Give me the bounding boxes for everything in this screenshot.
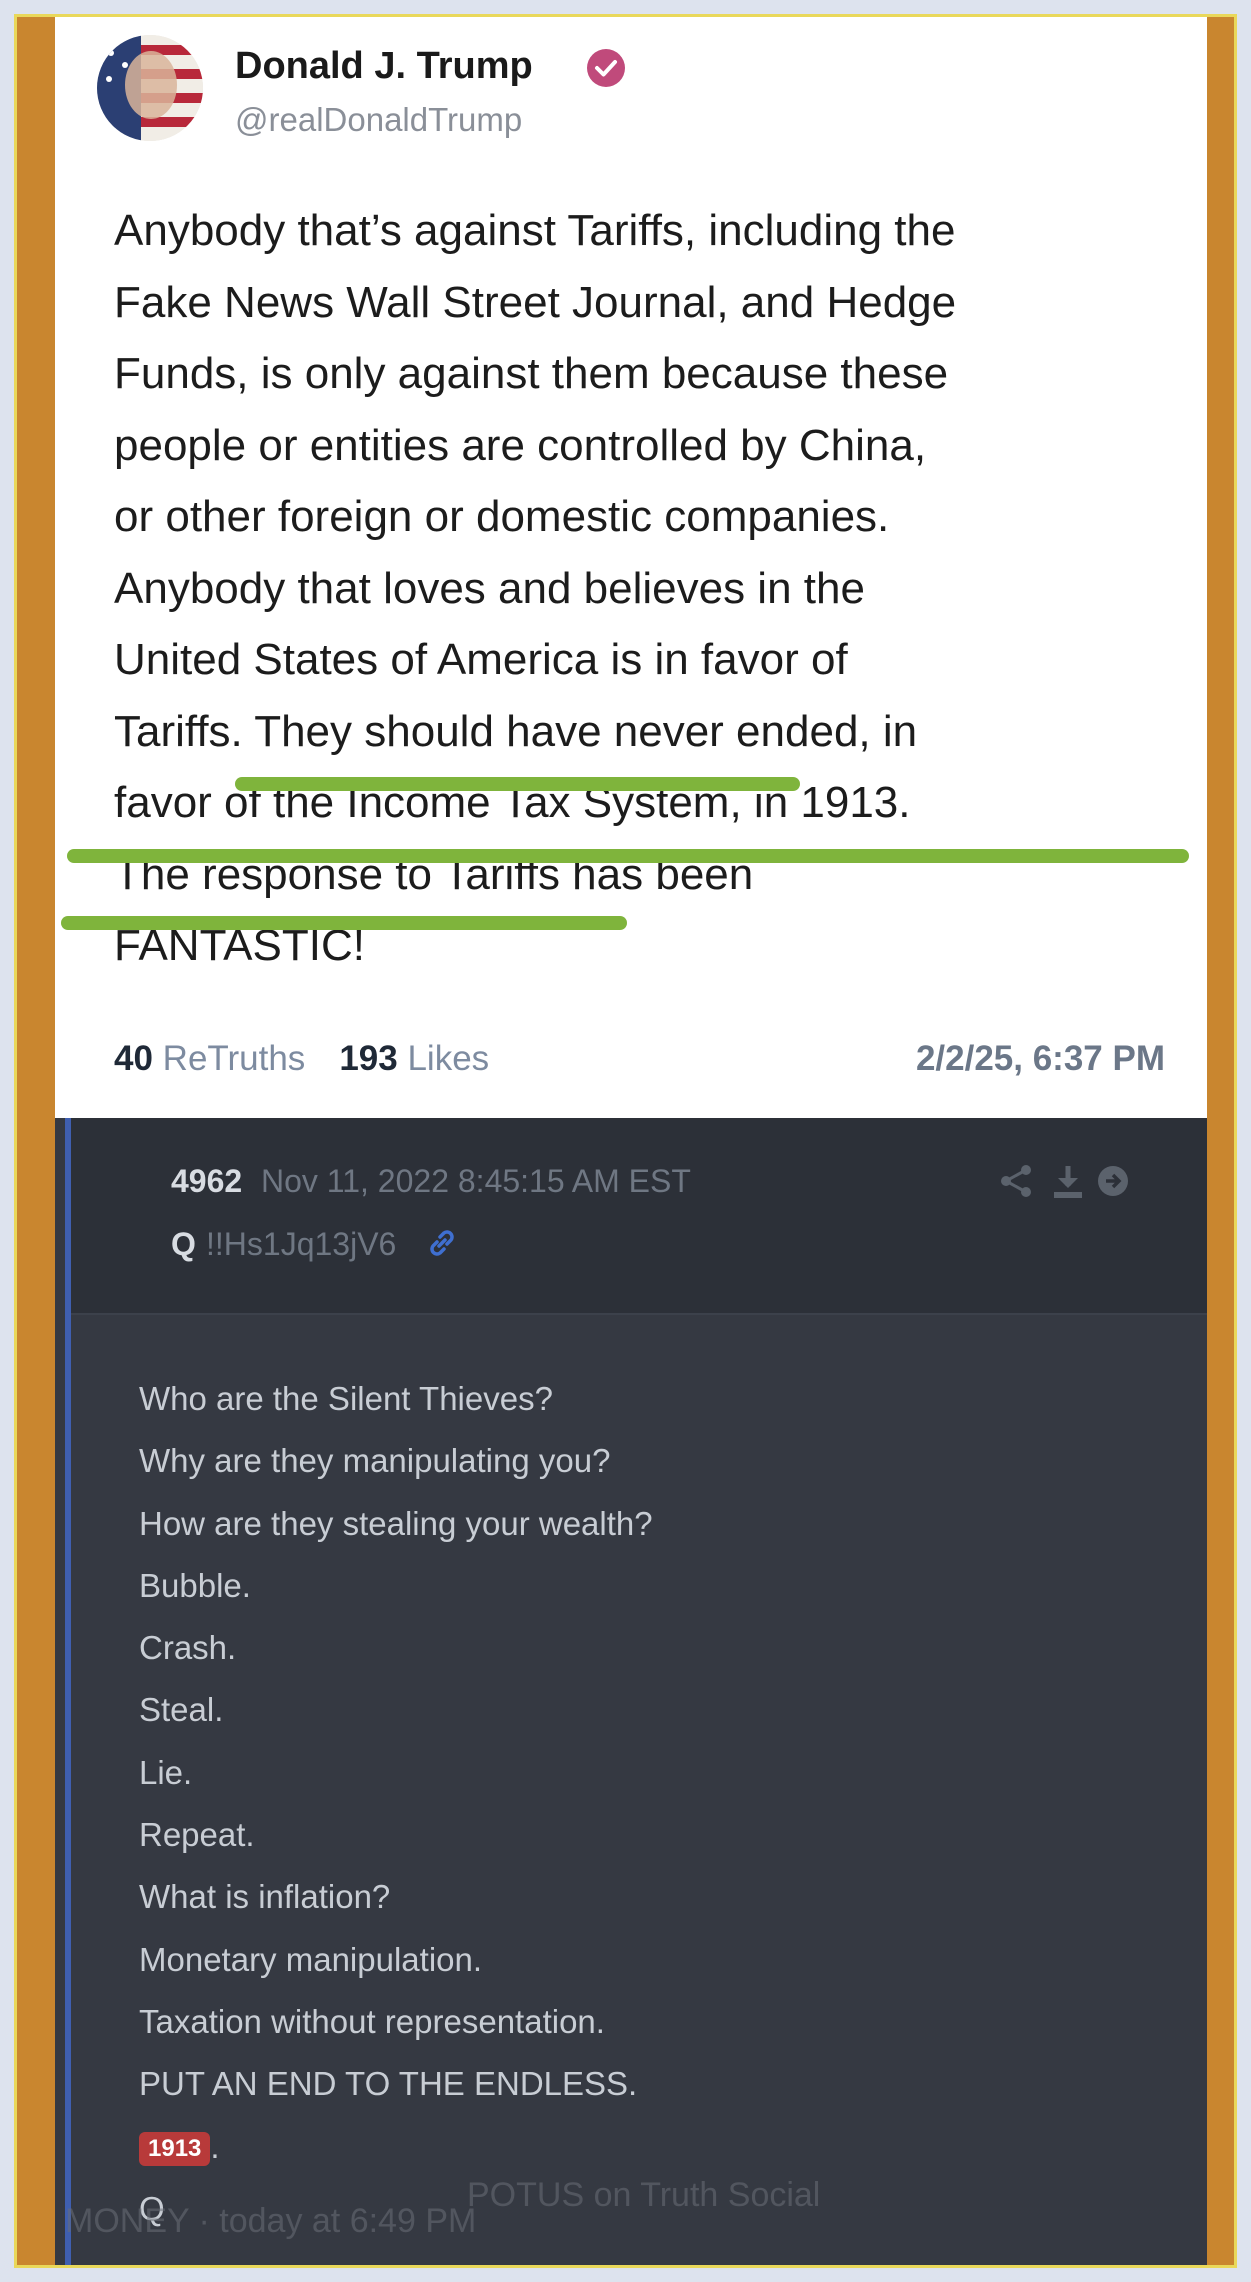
truth-social-post: Donald J. Trump @realDonaldTrump Anybody… <box>55 17 1207 1118</box>
drop-line: How are they stealing your wealth? <box>139 1504 653 1542</box>
highlight-underline <box>67 849 1189 863</box>
poster-name: Q <box>171 1226 196 1262</box>
download-icon[interactable] <box>1054 1166 1082 1198</box>
post-body-line: United States of America is in favor of <box>114 635 848 684</box>
drop-line: Monetary manipulation. <box>139 1940 483 1978</box>
retruths-stat[interactable]: 40 ReTruths <box>114 1039 305 1078</box>
drop-line: Lie. <box>139 1753 193 1791</box>
post-body-line: or other foreign or domestic companies. <box>114 492 890 541</box>
link-icon[interactable] <box>425 1226 459 1260</box>
post-body-line: Anybody that loves and believes in the <box>114 563 865 613</box>
overlay-caption-left: MONEY · today at 6:49 PM <box>65 2202 477 2240</box>
q-drop-body: Who are the Silent Thieves? Why are they… <box>139 1368 653 2240</box>
highlight-underline <box>61 916 627 930</box>
post-body: Anybody that’s against Tariffs, includin… <box>114 195 1194 982</box>
post-body-line: people or entities are controlled by Chi… <box>114 420 927 470</box>
post-actions <box>1001 1165 1128 1198</box>
drop-line: Taxation without representation. <box>139 2002 605 2040</box>
overlay-caption-right: POTUS on Truth Social <box>467 2176 821 2214</box>
highlight-underline <box>235 777 800 791</box>
image-frame: Donald J. Trump @realDonaldTrump Anybody… <box>14 14 1237 2268</box>
drop-line: Steal. <box>139 1691 224 1729</box>
avatar[interactable] <box>97 35 203 141</box>
drop-line: Repeat. <box>139 1816 255 1854</box>
drop-line: Crash. <box>139 1629 237 1667</box>
post-body-line: Funds, is only against them because thes… <box>114 349 949 398</box>
drop-line: Why are they manipulating you? <box>139 1442 611 1480</box>
tag-line: 1913. <box>139 2116 653 2178</box>
verified-badge-icon <box>587 49 625 87</box>
q-drop-post: 4962 Nov 11, 2022 8:45:15 AM EST Q !!Hs1… <box>55 1118 1207 2265</box>
q-drop-header: 4962 Nov 11, 2022 8:45:15 AM EST Q !!Hs1… <box>71 1118 1207 1315</box>
year-tag[interactable]: 1913 <box>139 2131 211 2166</box>
post-timestamp[interactable]: 2/2/25, 6:37 PM <box>916 1039 1165 1079</box>
likes-stat[interactable]: 193 Likes <box>339 1039 489 1078</box>
post-body-line: Anybody that’s against Tariffs, includin… <box>114 206 956 255</box>
post-stats: 40 ReTruths 193 Likes <box>114 1039 489 1079</box>
share-icon[interactable] <box>1001 1165 1031 1197</box>
drop-line: What is inflation? <box>139 1878 391 1916</box>
author-name[interactable]: Donald J. Trump <box>235 45 533 88</box>
drop-line: PUT AN END TO THE ENDLESS. <box>139 2065 638 2103</box>
drop-line: Who are the Silent Thieves? <box>139 1380 553 1417</box>
drop-line: Bubble. <box>139 1566 251 1604</box>
tripcode: !!Hs1Jq13jV6 <box>206 1226 397 1262</box>
post-body-line: Tariffs. They should have never ended, i… <box>114 706 918 756</box>
post-body-line: Fake News Wall Street Journal, and Hedge <box>114 277 957 327</box>
post-date: Nov 11, 2022 8:45:15 AM EST <box>261 1163 691 1199</box>
author-handle[interactable]: @realDonaldTrump <box>235 101 522 139</box>
arrow-right-icon[interactable] <box>1098 1166 1128 1196</box>
post-number[interactable]: 4962 <box>171 1163 242 1200</box>
